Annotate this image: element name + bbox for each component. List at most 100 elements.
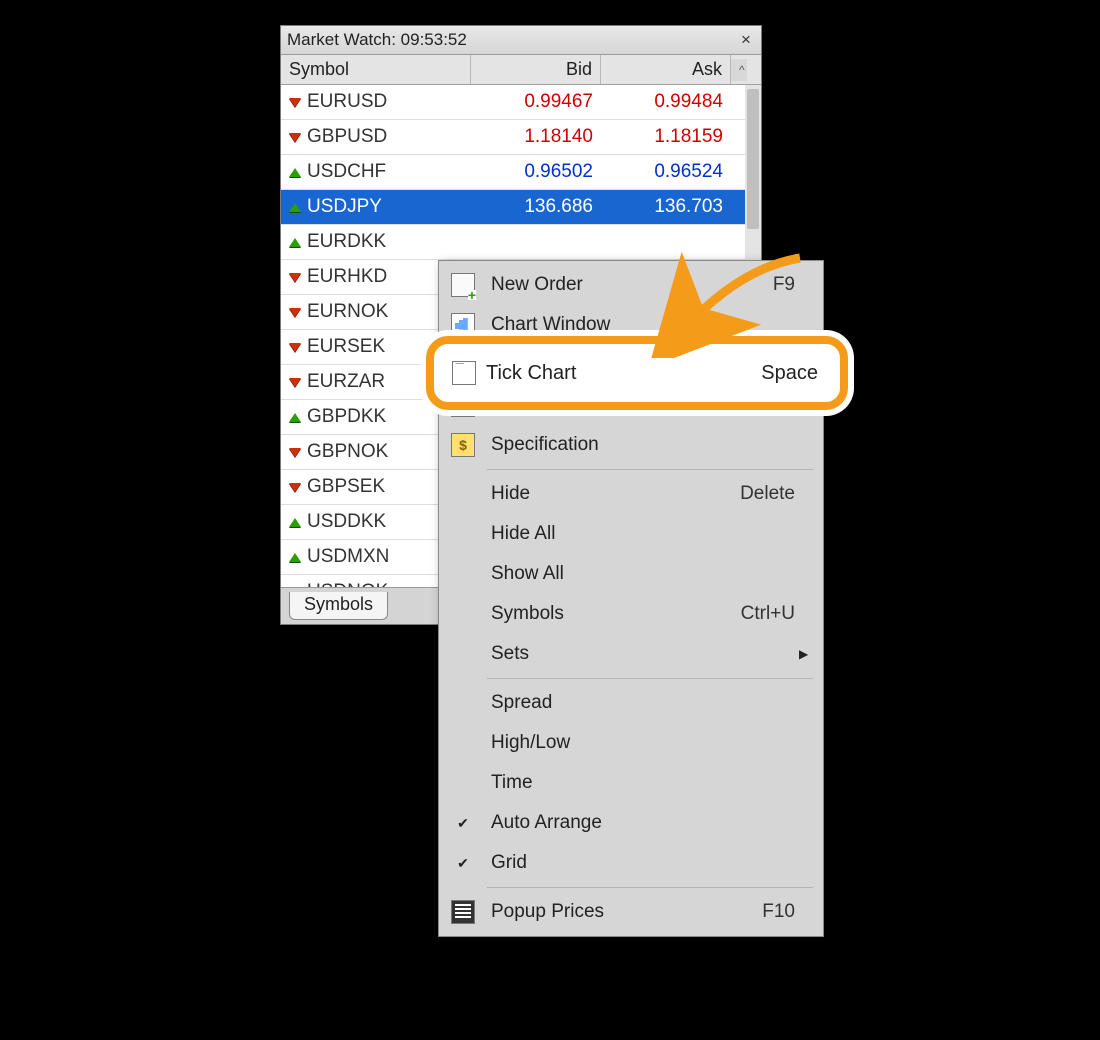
symbol-cell: EURUSD [281,91,471,113]
menu-item-label: Symbols [485,603,741,625]
symbol-label: EURZAR [307,371,385,393]
bid-cell: 0.96502 [471,161,601,183]
menu-item-label: Hide All [485,523,795,545]
table-row[interactable]: GBPUSD 1.181401.18159 [281,120,761,155]
tick-chart-icon [442,361,486,385]
header-symbol[interactable]: Symbol [281,55,471,84]
ask-cell: 0.96524 [601,161,731,183]
symbol-label: GBPSEK [307,476,385,498]
symbol-label: USDDKK [307,511,386,533]
menu-item-label: Sets [485,643,795,665]
bid-cell: 0.99467 [471,91,601,113]
symbol-label: GBPNOK [307,441,388,463]
highlight-callout: Tick Chart Space [426,336,848,410]
symbol-label: USDCHF [307,161,386,183]
symbol-cell: GBPUSD [281,126,471,148]
menu-item-label: Chart Window [485,314,795,336]
symbol-label: USDNOK [307,581,388,587]
symbol-label: GBPDKK [307,406,386,428]
table-row[interactable]: EURUSD 0.994670.99484 [281,85,761,120]
arrow-down-icon [289,448,301,457]
close-icon[interactable]: × [737,30,755,50]
tab-symbols[interactable]: Symbols [289,592,388,620]
menu-item-new-order[interactable]: New OrderF9 [441,265,821,305]
header-bid[interactable]: Bid [471,55,601,84]
menu-item-label: Show All [485,563,795,585]
check-icon [441,852,485,874]
neworder-icon [441,273,485,297]
menu-item-sets[interactable]: Sets ▶ [441,634,821,674]
menu-item-accel: Ctrl+U [741,603,799,625]
header-ask[interactable]: Ask [601,55,731,84]
symbol-label: GBPUSD [307,126,387,148]
menu-separator [487,887,813,888]
callout-label: Tick Chart [486,362,761,385]
arrow-up-icon [289,553,301,562]
panel-title: Market Watch: 09:53:52 [287,30,737,50]
symbol-label: EURUSD [307,91,387,113]
arrow-up-icon [289,238,301,247]
menu-item-label: Spread [485,692,795,714]
menu-item-show-all[interactable]: Show All [441,554,821,594]
arrow-down-icon [289,98,301,107]
check-icon [441,812,485,834]
menu-item-hide[interactable]: HideDelete [441,474,821,514]
symbol-label: EURSEK [307,336,385,358]
symbol-cell: USDCHF [281,161,471,183]
arrow-down-icon [289,483,301,492]
symbol-cell: EURDKK [281,231,471,253]
symbol-label: EURDKK [307,231,386,253]
menu-item-specification[interactable]: Specification [441,425,821,465]
menu-item-hide-all[interactable]: Hide All [441,514,821,554]
bid-cell: 136.686 [471,196,601,218]
menu-item-label: Time [485,772,795,794]
menu-item-accel: Delete [740,483,799,505]
arrow-down-icon [289,273,301,282]
symbol-label: USDMXN [307,546,389,568]
arrow-down-icon [289,343,301,352]
menu-item-high-low[interactable]: High/Low [441,723,821,763]
symbol-cell: USDJPY [281,196,471,218]
arrow-down-icon [289,133,301,142]
menu-item-accel: F9 [773,274,799,296]
table-row[interactable]: USDJPY 136.686136.703 [281,190,761,225]
menu-item-grid[interactable]: Grid [441,843,821,883]
arrow-down-icon [289,308,301,317]
scrollbar-thumb[interactable] [747,89,759,229]
table-row[interactable]: EURDKK [281,225,761,260]
chart-icon [441,313,485,337]
spec-icon [441,433,485,457]
ask-cell: 136.703 [601,196,731,218]
callout-accel: Space [761,362,818,385]
submenu-arrow-icon: ▶ [799,647,815,661]
menu-item-label: Specification [485,434,795,456]
menu-item-time[interactable]: Time [441,763,821,803]
menu-item-symbols[interactable]: SymbolsCtrl+U [441,594,821,634]
symbol-label: EURNOK [307,301,388,323]
arrow-down-icon [289,378,301,387]
bid-cell: 1.18140 [471,126,601,148]
menu-item-label: Popup Prices [485,901,762,923]
table-row[interactable]: USDCHF 0.965020.96524 [281,155,761,190]
symbol-label: USDJPY [307,196,382,218]
ask-cell: 0.99484 [601,91,731,113]
menu-separator [487,469,813,470]
panel-titlebar: Market Watch: 09:53:52 × [281,26,761,55]
menu-item-spread[interactable]: Spread [441,683,821,723]
popup-icon [441,900,485,924]
grid-header: Symbol Bid Ask ^ [281,55,761,85]
menu-item-auto-arrange[interactable]: Auto Arrange [441,803,821,843]
arrow-up-icon [289,518,301,527]
menu-item-label: Auto Arrange [485,812,795,834]
arrow-up-icon [289,203,301,212]
symbol-label: EURHKD [307,266,387,288]
menu-item-accel: F10 [762,901,799,923]
ask-cell: 1.18159 [601,126,731,148]
arrow-up-icon [289,168,301,177]
menu-item-label: High/Low [485,732,795,754]
menu-item-label: Grid [485,852,795,874]
menu-item-label: Hide [485,483,740,505]
arrow-up-icon [289,413,301,422]
scroll-up-icon[interactable]: ^ [731,59,747,81]
menu-item-popup-prices[interactable]: Popup PricesF10 [441,892,821,932]
